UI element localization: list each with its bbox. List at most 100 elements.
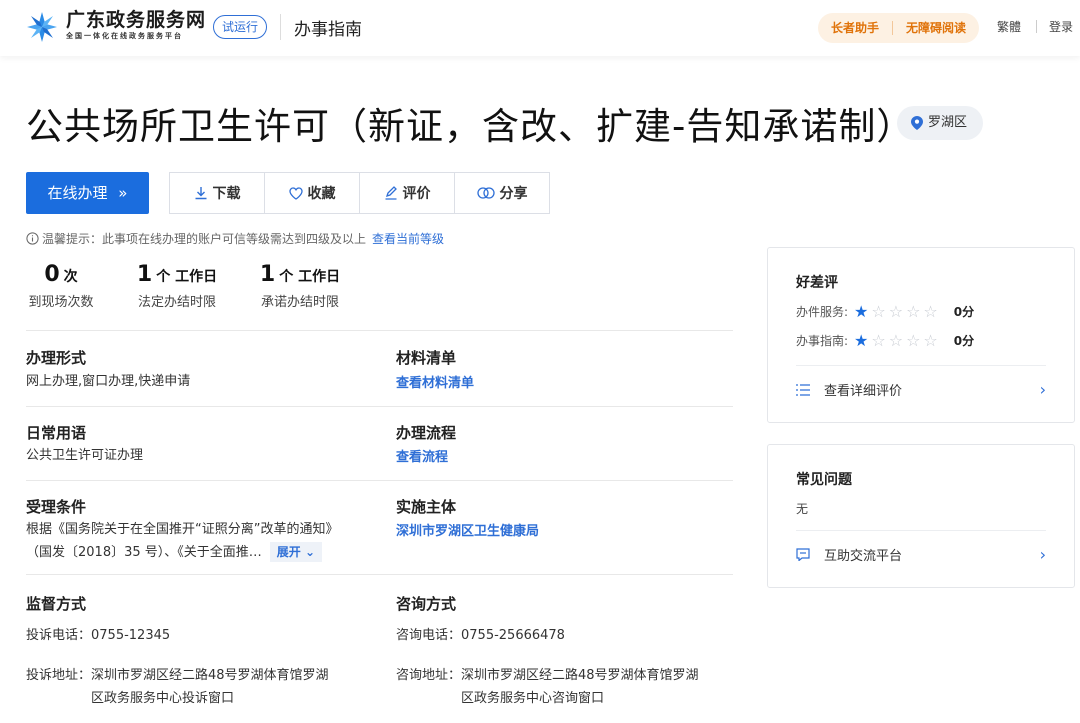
region-label: 罗湖区 [928,115,968,130]
tip-text: 温馨提示：此事项在线办理的账户可信等级需达到四级及以上 [42,232,367,246]
star-empty-icon: ☆ [871,330,886,350]
conditions-line: 根据《国务院关于在全国推开“证照分离”改革的通知》 [26,522,339,537]
guide-score: 0分 [953,334,975,348]
stat-unit: 个 工作日 [156,269,218,285]
stat-label: 法定办结时限 [137,295,216,310]
region-badge[interactable]: 罗湖区 [897,106,984,140]
elder-helper-button[interactable]: 长者助手 [818,13,892,43]
accessibility-group: 长者助手 无障碍阅读 [818,13,980,43]
action-button-group: 下载 收藏 评价 分享 [169,172,550,214]
materials-link[interactable]: 查看材料清单 [396,372,474,391]
star-empty-icon: ☆ [906,330,921,350]
stat-value: 0 [44,262,60,287]
brand-subtitle: 全国一体化在线政务服务平台 [66,32,183,40]
tip-notice: 温馨提示：此事项在线办理的账户可信等级需达到四级及以上 查看当前等级 [26,230,444,247]
top-header: 广东政务服务网 全国一体化在线政务服务平台 试运行 办事指南 长者助手 无障碍阅… [0,0,1080,56]
complaint-address-value: 深圳市罗湖区经二路48号罗湖体育馆罗湖 区政务服务中心投诉窗口 [91,665,329,709]
materials-label: 材料清单 [396,349,457,367]
list-icon [796,383,810,396]
supervision-label: 监督方式 [26,595,87,613]
address-line: 区政务服务中心投诉窗口 [91,691,235,706]
guide-rating-row: 办事指南: ★ ☆ ☆ ☆ ☆ 0分 [796,332,974,349]
consult-label: 咨询方式 [396,595,457,613]
evaluate-label: 评价 [402,186,431,202]
brand-title: 广东政务服务网 [66,9,207,31]
address-line: 深圳市罗湖区经二路48号罗湖体育馆罗湖 [91,668,329,683]
conditions-line: （国发〔2018〕35 号）、《关于全面推… [26,545,262,560]
guide-rating-label: 办事指南: [796,334,849,348]
guide-title: 办事指南 [294,20,362,40]
heart-icon [288,186,303,200]
share-label: 分享 [499,186,528,202]
traditional-chinese-link[interactable]: 繁體 [997,18,1021,35]
process-link[interactable]: 查看流程 [396,446,448,465]
check-level-link[interactable]: 查看当前等级 [372,230,444,247]
stat-unit: 个 工作日 [279,269,341,285]
consult-address: 咨询地址： 深圳市罗湖区经二路48号罗湖体育馆罗湖 区政务服务中心咨询窗口 [396,665,736,709]
stat-value-row: 1个 工作日 [257,260,343,292]
complaint-address: 投诉地址： 深圳市罗湖区经二路48号罗湖体育馆罗湖 区政务服务中心投诉窗口 [26,665,366,709]
divider [26,330,733,331]
address-line: 深圳市罗湖区经二路48号罗湖体育馆罗湖 [461,668,699,683]
expand-button[interactable]: 展开 ⌄ [269,542,323,562]
form-label: 办理形式 [26,349,87,367]
stat-unit: 次 [63,269,78,285]
chevron-down-icon: ⌄ [304,545,316,559]
divider [26,480,733,481]
stat-label: 承诺办结时限 [260,295,339,310]
community-platform-label: 互助交流平台 [824,549,903,564]
process-label: 办理流程 [396,424,457,442]
detail-evaluation-label: 查看详细评价 [824,384,903,399]
info-icon [26,232,39,245]
service-rating-row: 办件服务: ★ ☆ ☆ ☆ ☆ 0分 [796,303,974,320]
download-button[interactable]: 下载 [170,173,265,213]
stat-legal-limit: 1个 工作日 法定办结时限 [134,260,220,314]
chat-message-icon [796,548,810,561]
header-divider [280,14,281,40]
chevron-right-icon: › [1039,380,1046,399]
conditions-line-2: （国发〔2018〕35 号）、《关于全面推… 展开 ⌄ [26,542,376,563]
form-value: 网上办理,窗口办理,快递申请 [26,374,191,389]
common-terms-value: 公共卫生许可证办理 [26,448,144,463]
evaluate-button[interactable]: 评价 [360,173,455,213]
share-button[interactable]: 分享 [455,173,549,213]
expand-label: 展开 [276,545,301,559]
location-pin-icon [911,116,923,130]
address-line: 区政务服务中心咨询窗口 [461,691,605,706]
online-apply-label: 在线办理 [47,184,108,202]
chevron-right-icon: › [1039,545,1046,564]
trial-badge: 试运行 [213,15,268,39]
community-platform-link[interactable]: 互助交流平台 › [796,545,1046,564]
faq-card: 常见问题 无 互助交流平台 › [767,444,1075,588]
star-filled-icon: ★ [854,301,869,321]
stat-visits: 0次 到现场次数 [26,260,96,314]
faq-content: 无 [796,502,809,516]
star-filled-icon: ★ [854,330,869,350]
page-title: 公共场所卫生许可（新证，含改、扩建-告知承诺制） [26,105,915,148]
service-score: 0分 [953,305,975,319]
star-empty-icon: ☆ [923,330,938,350]
complaint-address-key: 投诉地址： [26,668,92,683]
card-divider [796,365,1046,366]
login-link[interactable]: 登录 [1049,18,1073,35]
stat-value-row: 0次 [26,260,96,292]
online-apply-button[interactable]: 在线办理 » [26,172,149,214]
brand[interactable]: 广东政务服务网 全国一体化在线政务服务平台 [66,9,206,41]
accessible-reading-button[interactable]: 无障碍阅读 [893,13,979,43]
service-stars: ★ ☆ ☆ ☆ ☆ [854,301,938,321]
guide-stars: ★ ☆ ☆ ☆ ☆ [854,330,938,350]
stat-value: 1 [136,262,153,287]
service-rating-label: 办件服务: [796,305,849,319]
favorite-button[interactable]: 收藏 [265,173,360,213]
favorite-label: 收藏 [307,186,336,202]
rating-card-title: 好差评 [796,275,838,291]
star-empty-icon: ☆ [871,301,886,321]
detail-evaluation-link[interactable]: 查看详细评价 › [796,380,1046,399]
download-icon [195,187,206,200]
star-empty-icon: ☆ [888,301,904,321]
subject-link[interactable]: 深圳市罗湖区卫生健康局 [396,520,539,539]
divider [26,406,733,407]
star-empty-icon: ☆ [906,301,921,321]
site-logo-icon[interactable] [26,11,58,43]
stat-value: 1 [259,262,276,287]
